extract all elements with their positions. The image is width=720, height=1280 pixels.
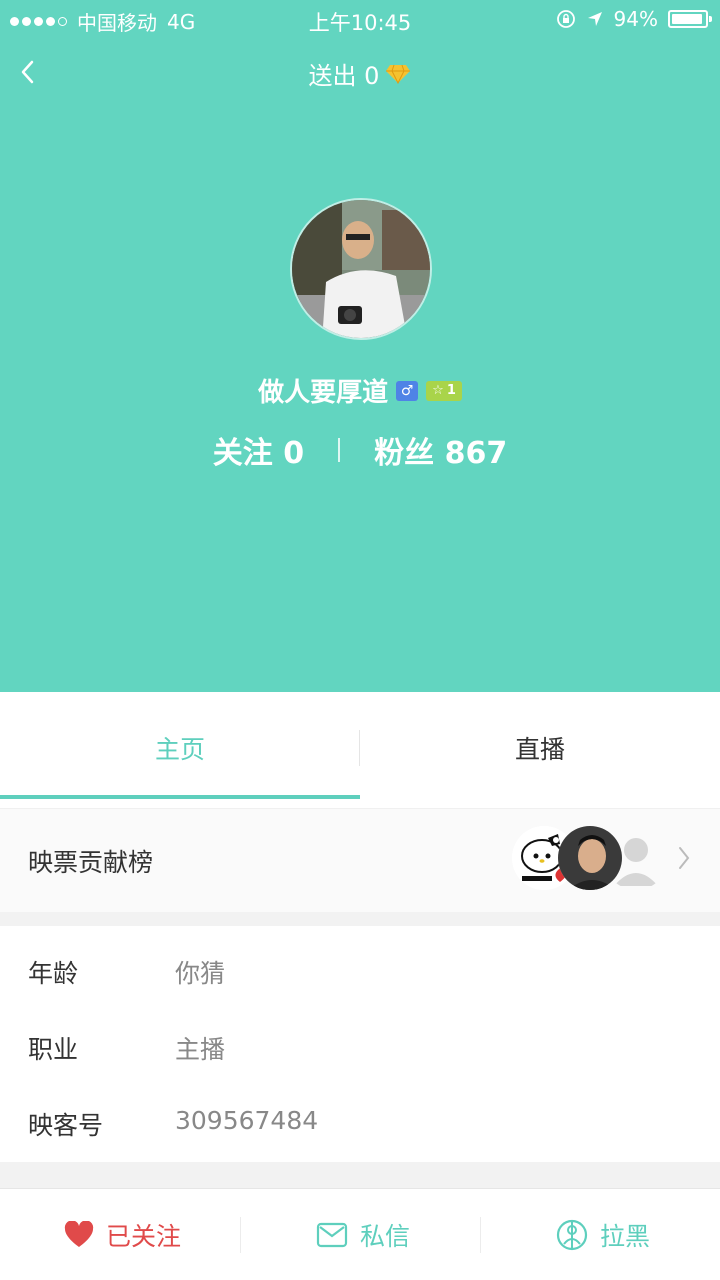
tab-home[interactable]: 主页	[0, 692, 360, 804]
block-icon	[556, 1219, 588, 1251]
diamond-icon	[386, 64, 411, 84]
info-row-occupation: 职业 主播	[0, 1002, 720, 1078]
chevron-right-icon	[679, 847, 690, 869]
bar-divider	[240, 1217, 241, 1253]
section-gap	[0, 912, 720, 926]
followed-button[interactable]: 已关注	[64, 1189, 181, 1280]
avatar[interactable]	[290, 198, 432, 340]
mail-icon	[316, 1222, 348, 1248]
section-gap	[0, 1162, 720, 1188]
stats-divider	[338, 438, 341, 462]
gender-male-icon: ♂	[396, 380, 419, 401]
fans-count[interactable]: 粉丝 867	[374, 428, 507, 472]
username: 做人要厚道	[258, 378, 389, 408]
level-value: 1	[446, 383, 456, 398]
location-arrow-icon	[587, 12, 602, 26]
battery-percent: 94%	[613, 7, 658, 31]
bar-divider	[480, 1217, 481, 1253]
info-row-id: 映客号 309567484	[0, 1078, 720, 1154]
tab-live[interactable]: 直播	[360, 692, 720, 804]
heart-icon	[64, 1221, 94, 1247]
following-count[interactable]: 关注 0	[213, 428, 304, 472]
info-label: 年龄	[28, 959, 79, 988]
info-section: 年龄 你猜 职业 主播 映客号 309567484	[0, 926, 720, 1162]
active-tab-indicator	[0, 795, 360, 799]
message-button[interactable]: 私信	[316, 1189, 410, 1280]
info-label: 职业	[28, 1035, 79, 1064]
rotation-lock-icon	[556, 10, 575, 28]
contribution-label: 映票贡献榜	[28, 848, 154, 877]
message-label: 私信	[360, 1222, 411, 1251]
name-row: 做人要厚道 ♂ ☆ 1	[0, 372, 720, 409]
star-icon: ☆	[432, 383, 444, 398]
block-label: 拉黑	[600, 1222, 651, 1251]
placeholder-avatar	[604, 826, 668, 890]
block-button[interactable]: 拉黑	[556, 1189, 650, 1280]
followed-label: 已关注	[106, 1222, 182, 1251]
info-value: 主播	[175, 1035, 226, 1064]
status-right: 94%	[556, 7, 712, 31]
level-badge: ☆ 1	[426, 380, 462, 401]
info-label: 映客号	[28, 1111, 104, 1140]
info-value: 309567484	[175, 1106, 319, 1135]
info-value: 你猜	[175, 959, 226, 988]
sent-gifts[interactable]: 送出 0	[0, 56, 720, 91]
profile-header: 中国移动 4G 上午10:45 94% 送出 0 做人要厚道 ♂ ☆ 1 关注 …	[0, 0, 720, 692]
sent-label: 送出 0	[308, 62, 380, 90]
tab-bar: 主页 直播	[0, 692, 720, 804]
info-row-age: 年龄 你猜	[0, 926, 720, 1002]
battery-icon	[668, 10, 712, 28]
status-bar: 中国移动 4G 上午10:45 94%	[0, 0, 720, 38]
bottom-action-bar: 已关注 私信 拉黑	[0, 1188, 720, 1280]
stats-row: 关注 0 粉丝 867	[0, 428, 720, 472]
